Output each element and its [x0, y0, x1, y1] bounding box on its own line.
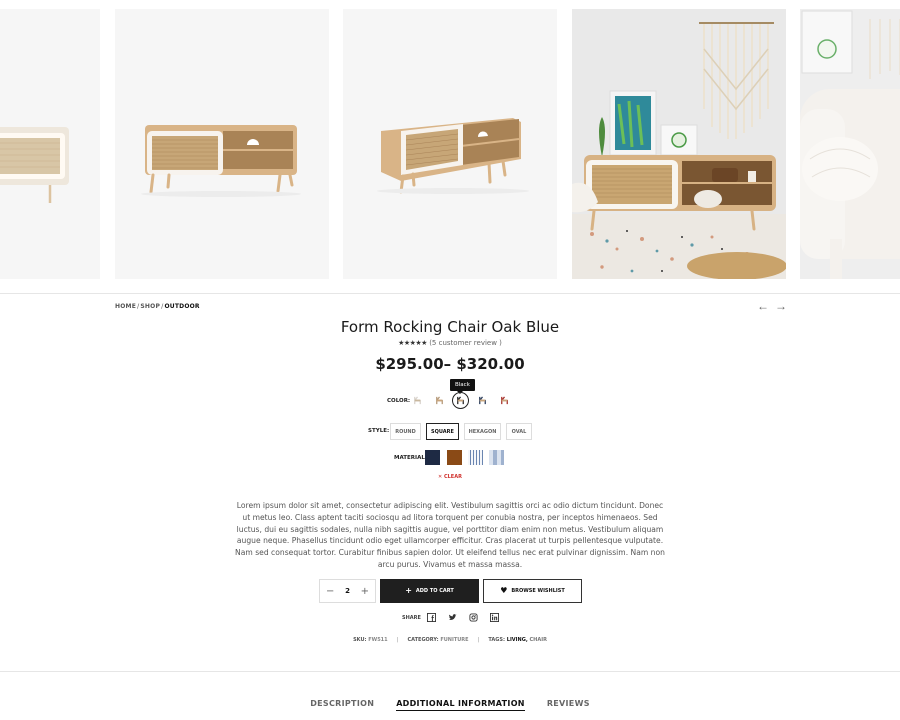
sideboard-photo: [343, 9, 557, 279]
breadcrumb: HOME/SHOP/OUTDOOR: [115, 303, 200, 310]
material-swatch-walnut[interactable]: [447, 450, 462, 465]
style-option-hexagon[interactable]: HEXAGON: [464, 423, 501, 440]
clear-selection-button[interactable]: ✕ CLEAR: [438, 474, 462, 480]
quantity-input[interactable]: 2: [345, 587, 350, 595]
twitter-icon[interactable]: [448, 613, 457, 622]
color-swatch-white[interactable]: [409, 392, 426, 409]
review-count-link[interactable]: (5 customer review ): [429, 339, 502, 347]
facebook-icon[interactable]: [427, 613, 436, 622]
gallery-image-3[interactable]: [343, 9, 557, 279]
chair-icon: [501, 396, 508, 405]
add-to-cart-button[interactable]: + ADD TO CART: [380, 579, 479, 603]
product-rating: ★★★★★ (5 customer review ): [0, 339, 900, 347]
color-swatch-navy[interactable]: [474, 392, 491, 409]
add-to-cart-label: ADD TO CART: [415, 588, 454, 594]
quantity-increase-button[interactable]: +: [361, 586, 369, 597]
armchair-photo: [800, 9, 900, 279]
browse-wishlist-button[interactable]: ♥ BROWSE WISHLIST: [483, 579, 582, 603]
close-icon: ✕: [438, 474, 443, 480]
plus-icon: +: [405, 586, 412, 595]
chair-icon: [436, 396, 443, 405]
share-label: SHARE: [402, 615, 421, 621]
tab-additional-information[interactable]: ADDITIONAL INFORMATION: [396, 699, 525, 711]
tag-living[interactable]: LIVING,: [507, 637, 528, 643]
color-tooltip: Black: [450, 379, 475, 394]
color-swatch-red[interactable]: [496, 392, 513, 409]
style-option-oval[interactable]: OVAL: [506, 423, 532, 440]
category-link[interactable]: FUNITURE: [440, 637, 468, 643]
tab-reviews[interactable]: REVIEWS: [547, 699, 590, 711]
chair-icon: [479, 396, 486, 405]
product-price: $295.00– $320.00: [375, 355, 525, 373]
material-swatch-stripe[interactable]: [468, 450, 483, 465]
color-swatch-black[interactable]: [452, 392, 469, 409]
color-swatch-beige[interactable]: [431, 392, 448, 409]
room-scene-photo: [572, 9, 786, 279]
gallery-image-4[interactable]: [572, 9, 786, 279]
breadcrumb-shop[interactable]: SHOP: [140, 303, 160, 310]
material-label: MATERIAL:: [394, 455, 428, 461]
chair-icon: [457, 396, 464, 405]
sideboard-photo: [0, 9, 100, 279]
category-label: CATEGORY:: [407, 637, 439, 643]
sku-label: SKU:: [353, 637, 367, 643]
share-row: SHARE: [402, 613, 499, 622]
gallery-image-5[interactable]: [800, 9, 900, 279]
clear-label: CLEAR: [443, 474, 462, 480]
category-item: CATEGORY: FUNITURE: [398, 637, 477, 643]
gallery-image-2[interactable]: [115, 9, 329, 279]
color-label: COLOR:: [387, 398, 411, 404]
quantity-stepper: − 2 +: [319, 579, 376, 603]
style-option-round[interactable]: ROUND: [390, 423, 421, 440]
linkedin-icon[interactable]: [490, 613, 499, 622]
product-meta: SKU: FW511 | CATEGORY: FUNITURE | TAGS: …: [0, 637, 900, 643]
breadcrumb-home[interactable]: HOME: [115, 303, 136, 310]
gallery-image-1[interactable]: [0, 9, 100, 279]
tags-item: TAGS: LIVING, CHAIR: [479, 637, 556, 643]
product-gallery[interactable]: [0, 0, 900, 294]
section-divider: [0, 671, 900, 672]
sideboard-photo: [115, 9, 329, 279]
rating-stars-icon: ★★★★★: [398, 339, 427, 347]
style-option-square[interactable]: SQUARE: [426, 423, 459, 440]
prev-arrow-icon[interactable]: ←: [757, 299, 769, 313]
heart-icon: ♥: [500, 586, 508, 595]
tags-label: TAGS:: [488, 637, 506, 643]
material-swatch-navy[interactable]: [425, 450, 440, 465]
product-title: Form Rocking Chair Oak Blue: [340, 318, 560, 336]
product-tabs: DESCRIPTION ADDITIONAL INFORMATION REVIE…: [0, 699, 900, 711]
sku-item: SKU: FW511: [344, 637, 397, 643]
quantity-decrease-button[interactable]: −: [326, 586, 334, 597]
wishlist-label: BROWSE WISHLIST: [511, 588, 565, 594]
instagram-icon[interactable]: [469, 613, 478, 622]
sku-value: FW511: [368, 637, 388, 643]
next-arrow-icon[interactable]: →: [775, 299, 787, 313]
material-swatch-check[interactable]: [489, 450, 504, 465]
style-label: STYLE:: [368, 428, 390, 434]
tag-chair[interactable]: CHAIR: [529, 637, 546, 643]
product-short-description: Lorem ipsum dolor sit amet, consectetur …: [235, 501, 665, 569]
breadcrumb-current: OUTDOOR: [164, 303, 200, 310]
tab-description[interactable]: DESCRIPTION: [310, 699, 374, 711]
chair-icon: [414, 396, 421, 405]
product-navigation: ← →: [757, 299, 787, 313]
